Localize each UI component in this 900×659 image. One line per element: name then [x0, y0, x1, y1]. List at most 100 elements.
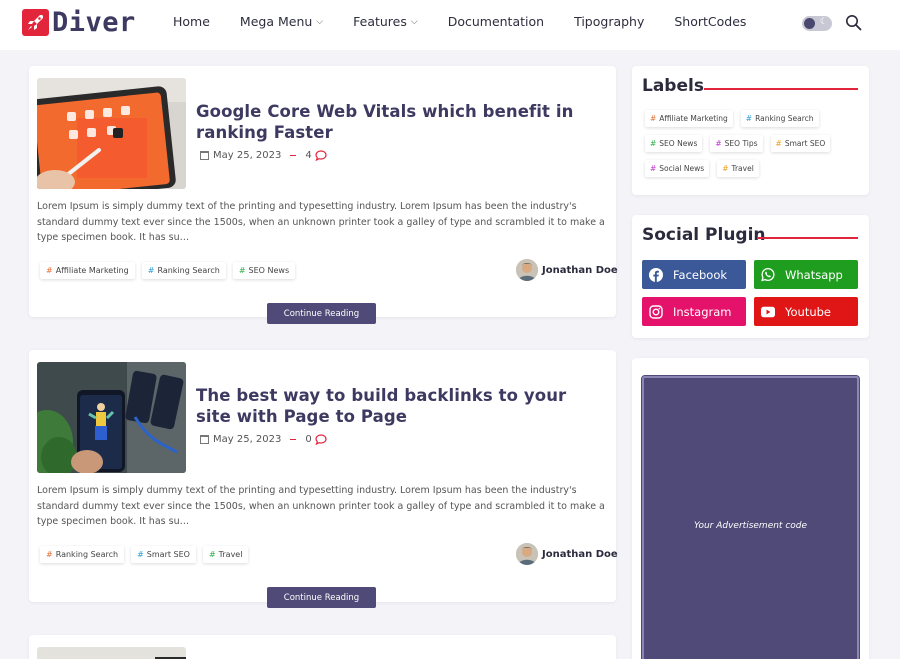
post-card: Google Core Web Vitals which benefit in … — [29, 66, 618, 324]
label-text: Social News — [659, 164, 705, 173]
whatsapp-button[interactable]: Whatsapp — [754, 260, 858, 289]
facebook-button[interactable]: Facebook — [642, 260, 746, 289]
site-header: Diver Home Mega Menu ⌵ Features ⌵ Docume… — [0, 0, 900, 50]
instagram-icon — [649, 304, 663, 319]
labels-widget: Labels # Affiliate Marketing # Ranking Sea… — [632, 66, 869, 195]
nav-item-documentation[interactable]: Documentation — [448, 14, 544, 29]
post-card: The best way to build backlinks to your … — [29, 350, 618, 608]
social-buttons: Facebook Whatsapp Instagram Youtube — [642, 260, 858, 326]
post-tags: # Ranking Search # Smart SEO # Travel — [40, 546, 255, 563]
label-link[interactable]: # Social News — [645, 160, 710, 177]
main-nav: Home Mega Menu ⌵ Features ⌵ Documentatio… — [173, 14, 776, 29]
tag-label: Affiliate Marketing — [55, 266, 129, 275]
author-name: Jonathan Doe — [542, 548, 618, 560]
hash-icon: # — [137, 550, 144, 559]
labels-widget-title: Labels — [642, 76, 704, 96]
continue-reading-button[interactable]: Continue Reading — [267, 587, 376, 608]
youtube-button[interactable]: Youtube — [754, 297, 858, 326]
hash-icon: # — [722, 164, 729, 173]
comment-count-link[interactable]: 0 — [305, 434, 327, 445]
label-link[interactable]: # Ranking Search — [740, 110, 819, 127]
search-icon — [846, 15, 862, 31]
nav-item-label: Home — [173, 14, 210, 29]
post-author[interactable]: Jonathan Doe — [516, 259, 618, 281]
label-link[interactable]: # SEO Tips — [710, 135, 763, 152]
comment-icon — [315, 434, 327, 445]
label-link[interactable]: # SEO News — [645, 135, 703, 152]
tag-link[interactable]: # Smart SEO — [131, 546, 196, 563]
hash-icon: # — [775, 139, 782, 148]
comment-count: 0 — [305, 434, 312, 445]
nav-item-label: Documentation — [447, 14, 545, 29]
tag-label: Travel — [218, 550, 243, 559]
continue-reading-button[interactable]: Continue Reading — [267, 303, 376, 324]
social-widget: Social Plugin Facebook Whatsapp Instagra… — [632, 215, 869, 338]
calendar-icon — [200, 435, 209, 444]
moon-icon: ☾ — [819, 17, 828, 27]
calendar-icon — [200, 151, 209, 160]
post-author[interactable]: Jonathan Doe — [516, 543, 618, 565]
tag-label: Smart SEO — [146, 550, 190, 559]
whatsapp-label: Whatsapp — [785, 267, 843, 282]
sun-icon — [804, 18, 815, 29]
hash-icon: # — [208, 550, 216, 559]
hash-icon: # — [46, 550, 53, 559]
instagram-button[interactable]: Instagram — [642, 297, 746, 326]
label-link[interactable]: # Travel — [717, 160, 759, 177]
tag-link[interactable]: # Travel — [202, 546, 249, 563]
hash-icon: # — [650, 114, 657, 123]
author-avatar — [516, 259, 538, 281]
tag-link[interactable]: # SEO News — [232, 262, 296, 279]
label-text: SEO Tips — [724, 139, 758, 148]
site-logo[interactable]: Diver — [22, 9, 136, 36]
youtube-icon — [761, 305, 775, 319]
nav-item-shortcodes[interactable]: ShortCodes — [674, 14, 746, 29]
rocket-icon — [22, 9, 49, 36]
advertisement-text: Your Advertisement code — [693, 521, 808, 531]
label-list: # Affiliate Marketing # Ranking Search # SE… — [645, 110, 865, 185]
nav-item-label: Tipography — [574, 14, 645, 29]
comment-count-link[interactable]: 4 — [305, 150, 327, 161]
post-meta: May 25, 2023 4 — [200, 150, 327, 161]
advertisement-widget: Your Advertisement code — [632, 358, 869, 659]
title-underline — [758, 237, 858, 239]
comment-count: 4 — [305, 150, 312, 161]
nav-item-home[interactable]: Home — [173, 14, 210, 29]
search-button[interactable] — [845, 14, 862, 35]
hash-icon: # — [147, 266, 155, 275]
nav-item-features[interactable]: Features ⌵ — [353, 14, 418, 29]
post-card — [29, 635, 616, 659]
label-text: Smart SEO — [784, 139, 826, 148]
site-name: Diver — [52, 7, 136, 38]
nav-item-tipography[interactable]: Tipography — [574, 14, 644, 29]
tag-link[interactable]: # Affiliate Marketing — [40, 262, 135, 279]
hash-icon: # — [650, 139, 657, 148]
tag-label: Ranking Search — [157, 266, 220, 275]
post-title[interactable]: Google Core Web Vitals which benefit in … — [196, 101, 606, 143]
label-text: SEO News — [659, 139, 698, 148]
nav-item-label: Features — [353, 14, 407, 29]
post-thumbnail[interactable] — [37, 647, 186, 659]
label-link[interactable]: # Smart SEO — [770, 135, 831, 152]
label-link[interactable]: # Affiliate Marketing — [645, 110, 733, 127]
author-avatar — [516, 543, 538, 565]
hash-icon: # — [238, 266, 246, 275]
dark-mode-toggle[interactable]: ☾ — [802, 16, 832, 31]
post-date: May 25, 2023 — [213, 150, 282, 161]
tag-link[interactable]: # Ranking Search — [40, 546, 125, 563]
post-thumbnail[interactable] — [37, 78, 186, 189]
hash-icon: # — [745, 114, 753, 123]
label-text: Travel — [731, 164, 754, 173]
meta-divider — [290, 154, 297, 157]
nav-item-mega-menu[interactable]: Mega Menu ⌵ — [240, 14, 323, 29]
advertisement-slot[interactable]: Your Advertisement code — [641, 375, 860, 659]
chevron-down-icon: ⌵ — [316, 16, 324, 27]
social-widget-title: Social Plugin — [642, 225, 766, 245]
post-date: May 25, 2023 — [213, 434, 282, 445]
post-meta: May 25, 2023 0 — [200, 434, 327, 445]
nav-item-label: Mega Menu — [239, 14, 313, 29]
post-title[interactable]: The best way to build backlinks to your … — [196, 385, 606, 427]
post-thumbnail[interactable] — [37, 362, 186, 473]
tag-link[interactable]: # Ranking Search — [141, 262, 226, 279]
label-text: Affiliate Marketing — [659, 114, 728, 123]
